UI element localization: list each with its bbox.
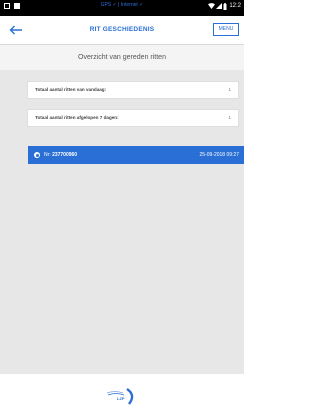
ride-number-value: 237700960 [52,152,78,158]
ride-list-item[interactable]: Nr: 237700960 25-09-2018 09:27 [28,146,244,164]
back-button[interactable] [6,20,26,40]
internet-label: Internet [120,2,138,8]
arrow-left-icon [9,25,22,35]
status-bar: GPS ✓ | Internet ✓ 12:2 [0,0,244,16]
footer: LZP [0,374,244,418]
section-title: Overzicht van gereden ritten [0,45,244,71]
app-header: RIT GESCHIEDENIS MENU [0,16,244,45]
wifi-icon [208,3,216,9]
stat-card-today: Totaal aantal ritten van vandaag: 1 [28,82,238,98]
signal-icon [216,3,223,9]
menu-button[interactable]: MENU [213,23,239,36]
internet-check-icon: ✓ [139,2,144,8]
stat-card-week: Totaal aantal ritten afgelopen 7 dagen: … [28,110,238,126]
stat-value: 1 [228,115,231,120]
system-indicators: 12:2 [208,2,241,10]
ride-number-prefix: Nr: [44,152,51,158]
status-separator: | [118,2,120,8]
radio-icon [34,152,40,158]
ride-number: Nr: 237700960 [44,146,77,164]
ride-history-content: Totaal aantal ritten van vandaag: 1 Tota… [0,70,244,374]
gps-check-icon: ✓ [112,2,117,8]
lzp-logo: LZP [106,388,134,405]
clock: 12:2 [229,3,241,9]
stat-label: Totaal aantal ritten van vandaag: [35,87,107,92]
stat-label: Totaal aantal ritten afgelopen 7 dagen: [35,115,119,120]
battery-icon [223,2,227,10]
page-title: RIT GESCHIEDENIS [89,26,155,33]
ride-date: 25-09-2018 09:27 [199,152,239,158]
logo-text: LZP [117,396,125,401]
gps-label: GPS [100,2,112,8]
stat-value: 1 [228,87,231,92]
